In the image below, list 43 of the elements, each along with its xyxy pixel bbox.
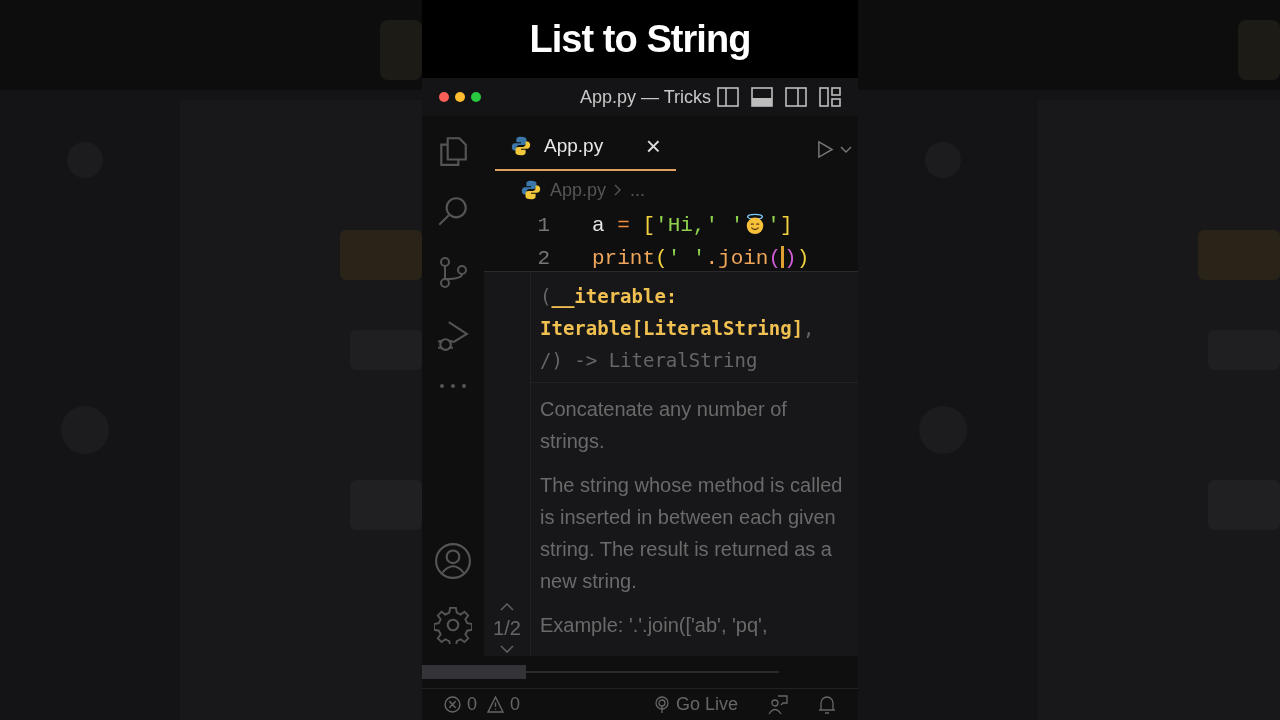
feedback-icon[interactable] bbox=[768, 694, 788, 715]
warning-icon[interactable] bbox=[487, 696, 504, 713]
panel-layout-icon[interactable] bbox=[751, 87, 773, 107]
bell-icon[interactable] bbox=[818, 694, 836, 715]
scrollbar-thumb[interactable] bbox=[422, 665, 526, 679]
account-icon[interactable] bbox=[434, 542, 472, 580]
code-line: print(' '.join()) bbox=[592, 244, 810, 272]
signature-line: Iterable[LiteralString], bbox=[540, 316, 816, 341]
chevron-right-icon bbox=[614, 184, 623, 196]
error-count: 0 bbox=[467, 693, 477, 716]
python-icon bbox=[520, 179, 542, 201]
video-title: List to String bbox=[529, 16, 751, 62]
python-icon bbox=[510, 135, 532, 157]
chevron-up-icon[interactable] bbox=[500, 603, 514, 611]
settings-icon[interactable] bbox=[434, 606, 472, 644]
chevron-down-icon[interactable] bbox=[500, 645, 514, 653]
breadcrumb-symbol[interactable]: ... bbox=[630, 176, 646, 204]
split-layout-icon[interactable] bbox=[785, 87, 807, 107]
search-icon[interactable] bbox=[436, 194, 470, 228]
line-number: 2 bbox=[536, 245, 551, 272]
signature-line: (__iterable: bbox=[540, 284, 679, 310]
sidebar-layout-icon[interactable] bbox=[717, 87, 739, 107]
code-line: a = ['Hi,' ' '] bbox=[592, 211, 793, 239]
doc-paragraph: Example: '.'.join(['ab', 'pq', bbox=[540, 613, 769, 638]
grid-layout-icon[interactable] bbox=[819, 87, 841, 107]
breadcrumb-file[interactable]: App.py bbox=[550, 176, 607, 204]
more-icon[interactable] bbox=[437, 382, 469, 390]
tab-label: App.py bbox=[544, 133, 604, 158]
run-icon[interactable] bbox=[817, 140, 834, 159]
go-live-button[interactable]: Go Live bbox=[653, 691, 738, 718]
window-title: App.py — Tricks bbox=[579, 85, 711, 109]
tab-close[interactable]: × bbox=[645, 133, 661, 159]
signature-line: /) -> LiteralString bbox=[540, 348, 759, 373]
broadcast-icon bbox=[653, 695, 670, 714]
branch-icon[interactable] bbox=[437, 254, 469, 290]
error-icon[interactable] bbox=[444, 696, 461, 713]
chevron-down-icon[interactable] bbox=[840, 145, 852, 154]
warning-count: 0 bbox=[510, 693, 521, 716]
signature-pager: 1/2 bbox=[493, 616, 521, 641]
doc-paragraph: Concatenate any number of strings. bbox=[540, 397, 788, 454]
line-number: 1 bbox=[536, 212, 551, 239]
doc-paragraph: The string whose method is called is inserted in between each given string. The result is returned as a new string. bbox=[540, 473, 844, 594]
editor-tab[interactable]: App.py × bbox=[495, 123, 676, 171]
